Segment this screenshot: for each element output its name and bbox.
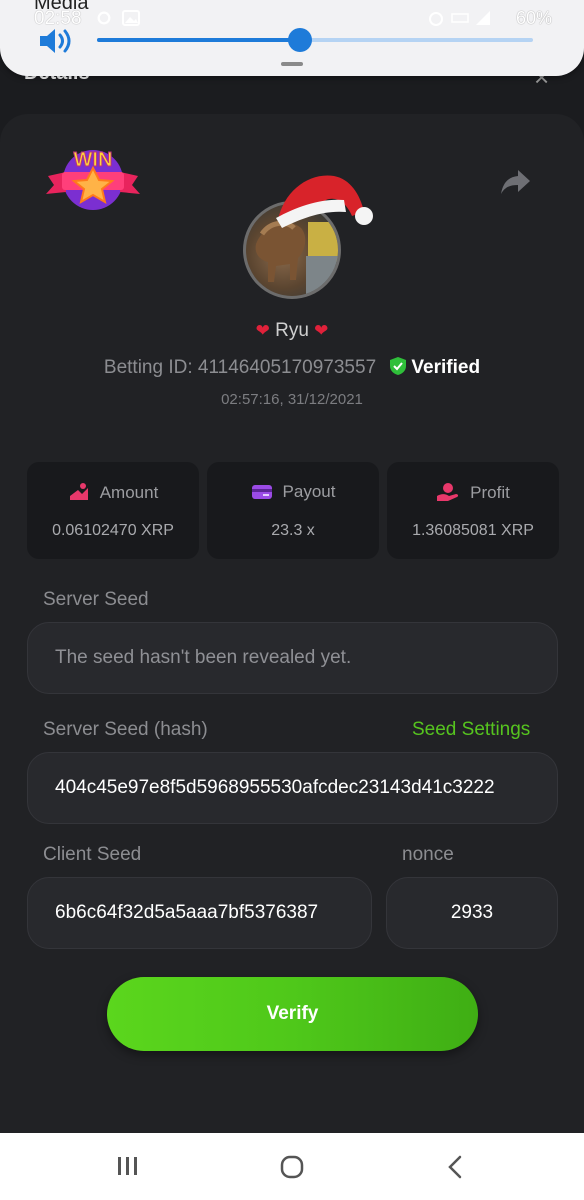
stat-label: Amount [99,483,159,502]
seed-settings-link[interactable]: Seed Settings [412,719,530,741]
betting-id-label: Betting ID: [103,357,198,378]
volume-slider-thumb[interactable] [287,28,312,52]
share-icon[interactable] [500,168,532,196]
betting-id: 41146405170973557 [197,357,377,378]
volume-slider[interactable] [97,28,533,52]
santa-hat-icon [276,175,373,228]
heart-icon: ❤ [255,321,270,340]
win-badge-icon: WIN [46,149,140,210]
battery-level: 60% [515,8,552,28]
server-seed-value: The seed hasn't been revealed yet. [55,647,352,668]
stat-payout: Payout 23.3 x [207,462,379,559]
stat-value: 1.36085081 XRP [412,522,534,539]
amount-icon [69,483,88,500]
server-seed-label: Server Seed [43,589,149,610]
server-seed-hash-field[interactable]: 404c45e97e8f5d5968955530afcdec23143d41c3… [27,752,558,824]
stat-profit: Profit 1.36085081 XRP [387,462,559,559]
verified-label: Verified [411,357,481,378]
client-seed-input[interactable]: 6b6c64f32d5a5aaa7bf5376387 [27,877,372,949]
heart-icon: ❤ [314,321,329,340]
sync-icon [97,11,111,25]
payout-card-icon [251,485,272,499]
recent-apps-icon[interactable] [116,1155,140,1177]
client-seed-value: 6b6c64f32d5a5aaa7bf5376387 [55,902,319,923]
stat-label: Payout [282,482,336,501]
stat-value: 23.3 x [271,522,315,539]
media-volume-panel: Media 02:58 60% [0,0,584,76]
signal-icon [476,11,490,25]
nonce-value: 2933 [450,902,494,923]
stat-value: 0.06102470 XRP [52,522,174,539]
betting-id-row: Betting ID: 41146405170973557 Verified [0,356,584,379]
system-nav-bar [0,1133,584,1200]
home-icon[interactable] [280,1155,304,1179]
alarm-icon [429,12,443,26]
svg-text:WIN: WIN [74,149,113,171]
verified-shield-icon [390,357,407,375]
server-seed-field[interactable]: The seed hasn't been revealed yet. [27,622,558,694]
username-row: ❤ Ryu ❤ [0,320,584,342]
server-seed-hash-label: Server Seed (hash) [43,719,208,740]
back-icon[interactable] [446,1155,464,1179]
panel-drag-handle[interactable] [281,62,303,66]
server-seed-hash-value: 404c45e97e8f5d5968955530afcdec23143d41c3… [55,777,495,798]
client-seed-label: Client Seed [43,844,142,865]
bet-timestamp: 02:57:16, 31/12/2021 [221,391,363,408]
stat-amount: Amount 0.06102470 XRP [27,462,199,559]
stat-label: Profit [470,483,510,502]
volume-icon[interactable] [38,26,76,56]
nonce-input[interactable]: 2933 [386,877,558,949]
profit-hand-icon [437,483,459,501]
username: Ryu [275,320,309,341]
lte-icon [451,13,469,23]
volume-slider-fill [97,38,300,42]
nonce-label: nonce [402,844,454,865]
verify-button[interactable]: Verify [107,977,478,1051]
gallery-icon [122,10,140,26]
